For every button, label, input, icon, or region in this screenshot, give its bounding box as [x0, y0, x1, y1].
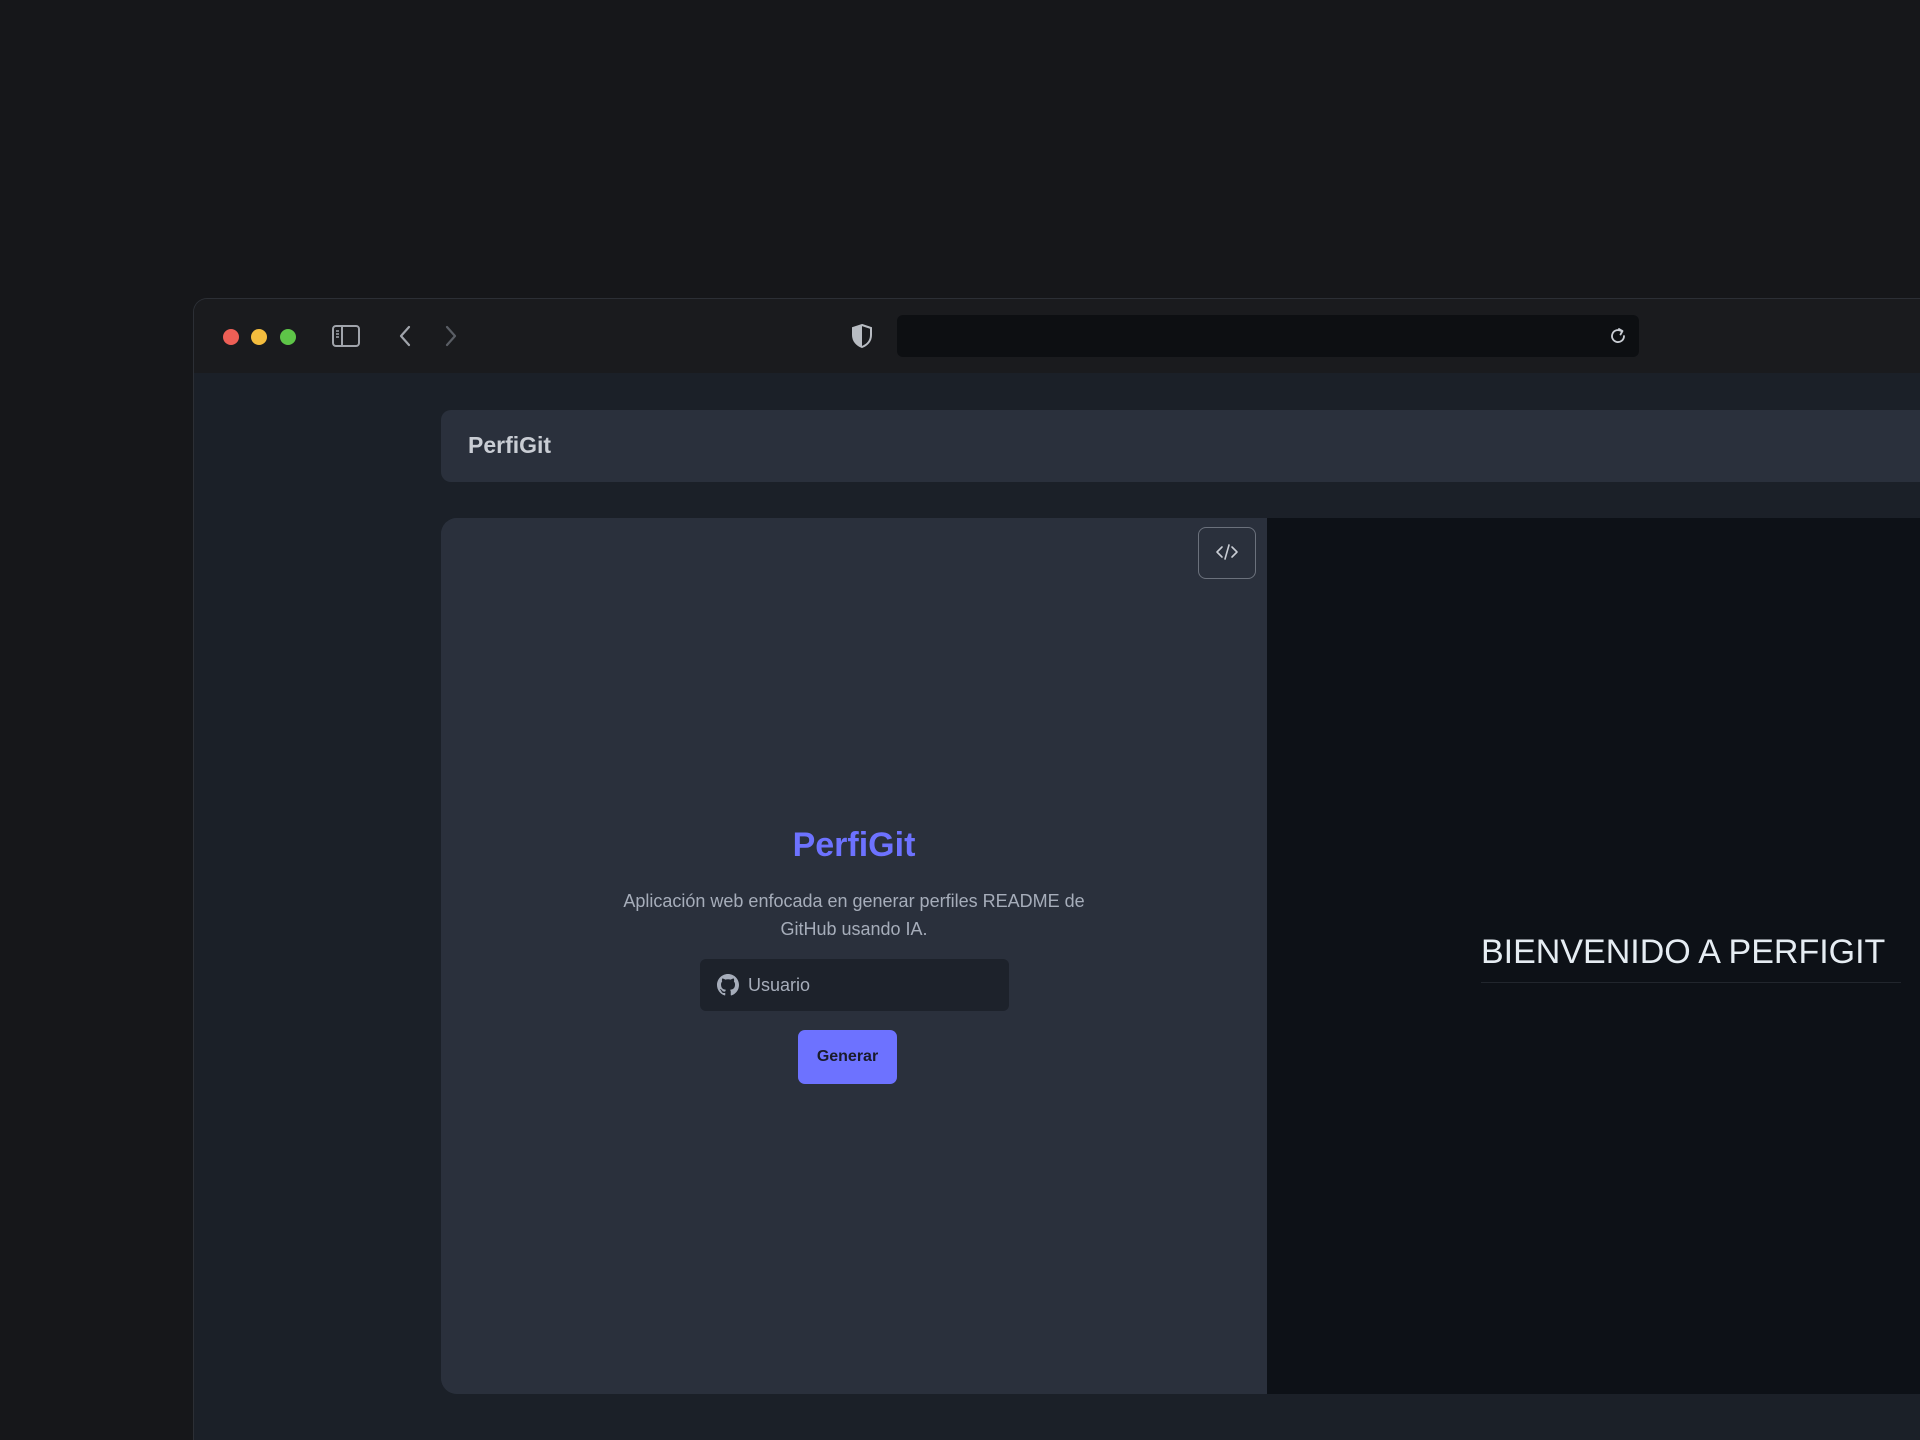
brand-title[interactable]: PerfiGit — [468, 432, 551, 459]
form-panel: PerfiGit Aplicación web enfocada en gene… — [441, 518, 1267, 1394]
sidebar-icon[interactable] — [331, 323, 361, 349]
address-bar[interactable] — [897, 315, 1639, 357]
chevron-left-icon[interactable] — [394, 323, 416, 349]
preview-heading: BIENVENIDO A PERFIGIT — [1481, 933, 1901, 983]
shield-icon[interactable] — [849, 322, 875, 350]
code-view-button[interactable] — [1198, 527, 1256, 579]
app-header: PerfiGit — [441, 410, 1920, 482]
reload-icon[interactable] — [1607, 325, 1629, 347]
code-icon — [1215, 543, 1239, 564]
minimize-window-button[interactable] — [251, 329, 267, 345]
browser-window: PerfiGit PerfiGit Aplicación web enfocad… — [193, 298, 1920, 1440]
form-description: Aplicación web enfocada en generar perfi… — [623, 891, 1085, 939]
generate-button[interactable]: Generar — [798, 1030, 897, 1084]
chevron-right-icon[interactable] — [440, 323, 462, 349]
main-card: PerfiGit Aplicación web enfocada en gene… — [441, 518, 1920, 1394]
close-window-button[interactable] — [223, 329, 239, 345]
browser-toolbar — [194, 299, 1920, 373]
username-input[interactable] — [748, 959, 998, 1011]
form-title: PerfiGit — [792, 826, 916, 864]
readme-preview-panel: BIENVENIDO A PERFIGIT — [1267, 518, 1920, 1394]
github-icon — [716, 973, 740, 997]
zoom-window-button[interactable] — [280, 329, 296, 345]
username-field[interactable] — [700, 959, 1009, 1011]
